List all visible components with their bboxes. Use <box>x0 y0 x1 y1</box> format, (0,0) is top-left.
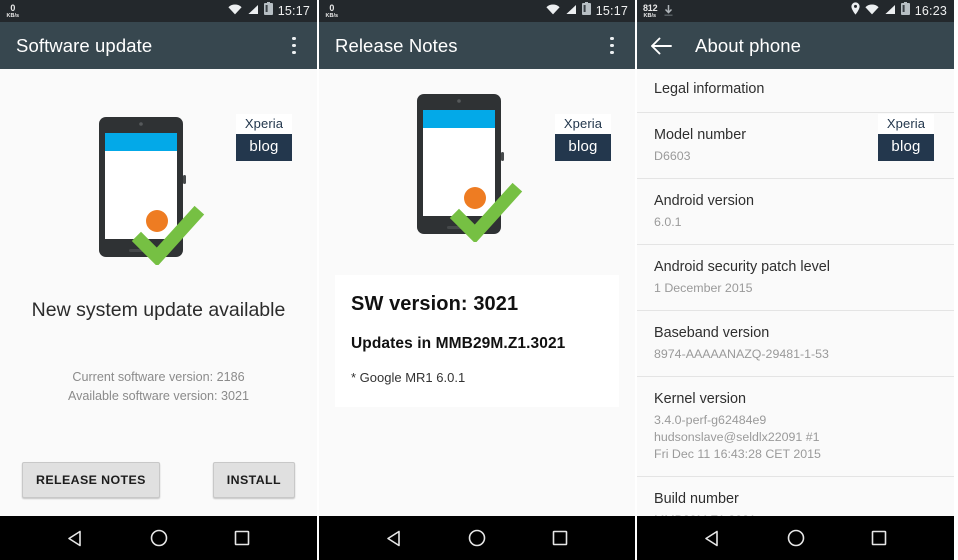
signal-icon <box>247 2 259 20</box>
sw-version-heading: SW version: 3021 <box>351 293 519 315</box>
list-item-title: Baseband version <box>654 325 770 341</box>
watermark: Xperia blog <box>555 114 611 161</box>
action-buttons: RELEASE NOTES INSTALL <box>0 462 317 498</box>
watermark: Xperia blog <box>236 114 292 161</box>
wifi-icon <box>228 2 242 20</box>
screen-body: Xperia blog Legal information Model numb… <box>637 69 954 516</box>
status-bar: 0 KB/s 15:17 <box>319 0 635 22</box>
download-icon <box>664 5 673 17</box>
app-bar: Release Notes <box>319 22 635 69</box>
overflow-menu-icon[interactable] <box>599 28 625 64</box>
status-bar-clock: 16:23 <box>914 4 947 18</box>
watermark-top: Xperia <box>555 114 611 134</box>
battery-icon <box>900 2 910 20</box>
app-bar: Software update <box>0 22 317 69</box>
screenshot-row: 0 KB/s 15:17 Software update Xperia blog… <box>0 0 958 560</box>
back-triangle-icon[interactable] <box>373 517 415 559</box>
signal-icon <box>565 2 577 20</box>
home-circle-icon[interactable] <box>138 517 180 559</box>
update-illustration <box>89 115 229 270</box>
watermark-top: Xperia <box>878 114 934 134</box>
release-note-item: * Google MR1 6.0.1 <box>351 370 466 385</box>
status-bar-icons <box>546 2 591 20</box>
network-speed-unit: KB/s <box>325 12 339 19</box>
status-bar-clock: 15:17 <box>595 4 628 18</box>
status-bar: 0 KB/s 15:17 <box>0 0 317 22</box>
watermark-top: Xperia <box>236 114 292 134</box>
wifi-icon <box>865 2 879 20</box>
page-title: Release Notes <box>335 34 458 56</box>
list-item[interactable]: Kernel version 3.4.0-perf-g62484e9 hudso… <box>637 377 954 477</box>
network-speed-value: 0 <box>10 2 16 13</box>
wifi-icon <box>546 2 560 20</box>
recents-square-icon[interactable] <box>539 517 581 559</box>
back-triangle-icon[interactable] <box>55 517 97 559</box>
screen-software-update: 0 KB/s 15:17 Software update Xperia blog… <box>0 0 317 560</box>
network-speed-value: 812 <box>643 2 658 13</box>
list-item-value: MMB29M.Z1.3021-somc <box>654 512 936 516</box>
list-item[interactable]: Android version 6.0.1 <box>637 179 954 245</box>
watermark: Xperia blog <box>878 114 934 161</box>
status-bar-clock: 15:17 <box>277 4 310 18</box>
list-item-title: Android version <box>654 193 754 209</box>
update-illustration <box>407 92 547 247</box>
updates-in-heading: Updates in MMB29M.Z1.3021 <box>351 335 566 352</box>
navigation-bar <box>319 516 635 560</box>
status-bar-icons <box>851 2 910 20</box>
network-speed-indicator: 0 KB/s <box>6 2 20 19</box>
list-item-value: 6.0.1 <box>654 215 682 229</box>
back-triangle-icon[interactable] <box>692 517 734 559</box>
home-circle-icon[interactable] <box>456 517 498 559</box>
page-title: Software update <box>16 34 153 56</box>
page-title: About phone <box>695 34 802 56</box>
list-item[interactable]: Build number MMB29M.Z1.3021-somc <box>637 477 954 516</box>
list-item[interactable]: Legal information <box>637 69 954 113</box>
list-item-title: Android security patch level <box>654 259 830 275</box>
location-pin-icon <box>851 2 860 20</box>
home-circle-icon[interactable] <box>775 517 817 559</box>
status-bar: 812 KB/s 16:23 <box>637 0 954 22</box>
current-version-text: Current software version: 2186 <box>72 370 245 384</box>
back-arrow-icon[interactable] <box>651 37 681 55</box>
list-item[interactable]: Baseband version 8974-AAAAANAZQ-29481-1-… <box>637 311 954 377</box>
battery-icon <box>263 2 273 20</box>
list-item[interactable]: Android security patch level 1 December … <box>637 245 954 311</box>
headline: New system update available <box>31 299 286 321</box>
overflow-menu-icon[interactable] <box>281 28 307 64</box>
navigation-bar <box>637 516 954 560</box>
network-speed-unit: KB/s <box>643 12 657 19</box>
release-notes-button[interactable]: RELEASE NOTES <box>22 462 160 498</box>
list-item-title: Kernel version <box>654 391 746 407</box>
screen-body: Xperia blog New system update available … <box>0 69 317 516</box>
network-speed-value: 0 <box>329 2 335 13</box>
app-bar: About phone <box>637 22 954 69</box>
signal-icon <box>884 2 896 20</box>
watermark-bottom: blog <box>555 134 611 161</box>
install-button[interactable]: INSTALL <box>212 462 295 498</box>
list-item-value: 1 December 2015 <box>654 281 753 295</box>
list-item-title: Legal information <box>654 81 765 97</box>
release-notes-card: SW version: 3021 Updates in MMB29M.Z1.30… <box>335 275 619 407</box>
version-info: Current software version: 2186 Available… <box>68 368 249 406</box>
list-item-value: 8974-AAAAANAZQ-29481-1-53 <box>654 347 829 361</box>
screen-release-notes: 0 KB/s 15:17 Release Notes Xperia blog S… <box>317 0 637 560</box>
screen-about-phone: 812 KB/s 16:23 About phone Xperia blog L… <box>637 0 954 560</box>
recents-square-icon[interactable] <box>221 517 263 559</box>
navigation-bar <box>0 516 317 560</box>
watermark-bottom: blog <box>236 134 292 161</box>
network-speed-unit: KB/s <box>6 12 20 19</box>
list-item-value: 3.4.0-perf-g62484e9 hudsonslave@seldlx22… <box>654 413 821 461</box>
network-speed-indicator: 812 KB/s <box>643 2 658 19</box>
list-item-title: Build number <box>654 491 739 507</box>
screen-body: Xperia blog SW version: 3021 Updates in … <box>319 69 635 516</box>
watermark-bottom: blog <box>878 134 934 161</box>
network-speed-indicator: 0 KB/s <box>325 2 339 19</box>
available-version-text: Available software version: 3021 <box>67 389 250 403</box>
battery-icon <box>581 2 591 20</box>
recents-square-icon[interactable] <box>858 517 900 559</box>
status-bar-icons <box>228 2 273 20</box>
